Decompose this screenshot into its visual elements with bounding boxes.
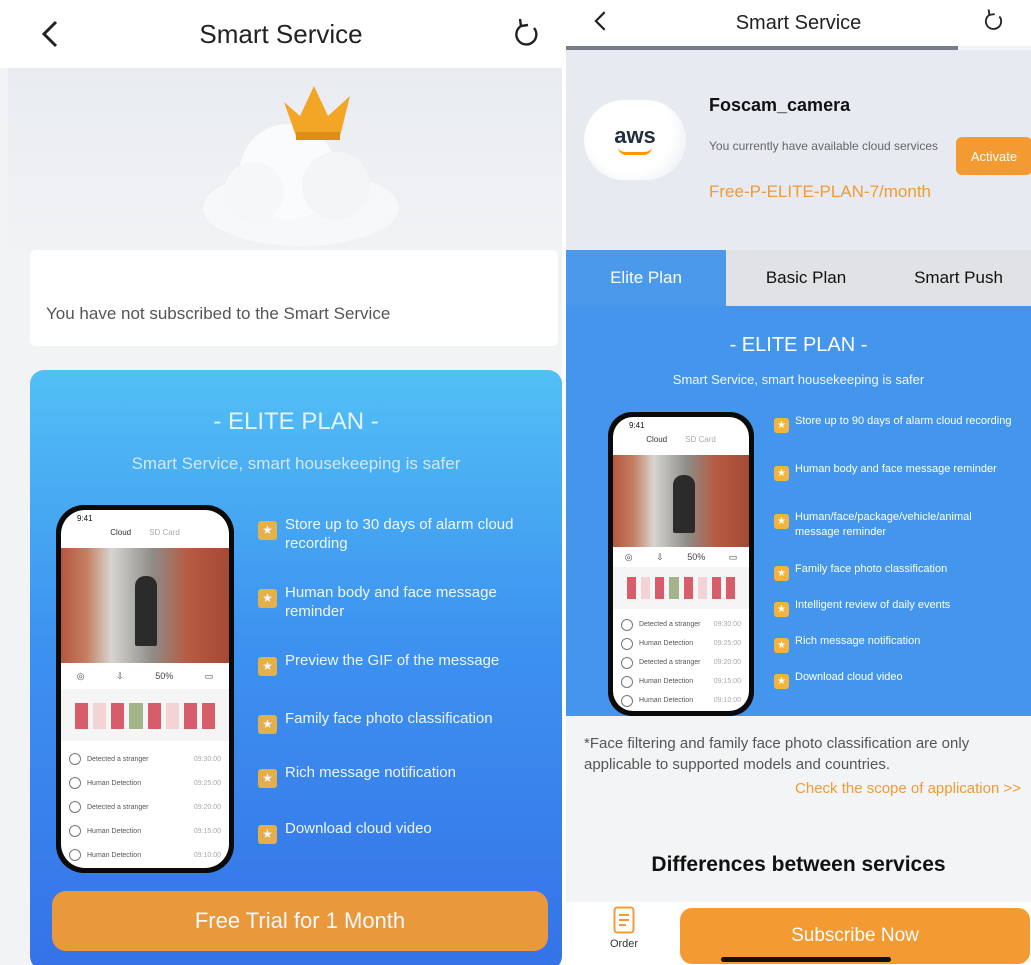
order-icon — [613, 906, 635, 934]
plan-subtitle: Smart Service, smart housekeeping is saf… — [672, 372, 925, 387]
phone-tabs: Cloud SD Card — [110, 528, 180, 537]
list-item: Human Detection 09:10:00 — [69, 843, 221, 867]
feature-list: ★ Store up to 30 days of alarm cloud reco… — [258, 515, 538, 859]
subscription-status-text: You have not subscribed to the Smart Ser… — [46, 304, 391, 323]
order-button[interactable]: Order — [604, 906, 644, 950]
star-icon: ★ — [258, 657, 277, 676]
list-item: Detected a stranger 09:30:00 — [69, 747, 221, 771]
free-trial-button[interactable]: Free Trial for 1 Month — [52, 891, 548, 951]
phone-event-list: Detected a stranger 09:30:00 Human Detect… — [613, 609, 749, 711]
subscribe-button[interactable]: Subscribe Now — [680, 908, 1030, 964]
back-chevron-icon[interactable] — [590, 4, 612, 38]
feature-item: ★ Download cloud video — [774, 670, 1014, 700]
refresh-icon[interactable] — [510, 14, 544, 54]
star-icon: ★ — [774, 602, 789, 617]
feature-item: ★ Human/face/package/vehicle/animal messa… — [774, 510, 1014, 562]
phone-time: 9:41 — [629, 421, 645, 430]
phone-timeline — [61, 689, 229, 741]
aws-logo: aws — [584, 100, 686, 180]
list-item: Detected a stranger 09:20:00 — [69, 795, 221, 819]
plan-title: - ELITE PLAN - — [213, 408, 379, 435]
phone-time: 9:41 — [77, 514, 93, 523]
scope-link[interactable]: Check the scope of application >> — [795, 780, 1021, 797]
feature-item: ★ Family face photo classification — [774, 562, 1014, 598]
feature-item: ★ Intelligent review of daily events — [774, 598, 1014, 634]
star-icon: ★ — [774, 638, 789, 653]
star-icon: ★ — [258, 715, 277, 734]
hero-banner — [8, 68, 562, 250]
star-icon: ★ — [774, 418, 789, 433]
feature-item: ★ Family face photo classification — [258, 709, 538, 763]
phone-controls: ◎ ⇩ 50% ▭ — [76, 670, 214, 682]
star-icon: ★ — [774, 466, 789, 481]
star-icon: ★ — [258, 589, 277, 608]
feature-item: ★ Rich message notification — [258, 763, 538, 819]
feature-item: ★ Rich message notification — [774, 634, 1014, 670]
plan-tabs: Elite Plan Basic Plan Smart Push — [566, 250, 1031, 306]
refresh-icon[interactable] — [981, 4, 1007, 38]
star-icon: ★ — [774, 674, 789, 689]
tab-basic-plan[interactable]: Basic Plan — [726, 250, 886, 306]
page-title: Smart Service — [735, 11, 862, 34]
list-item: Human Detection 09:10:00 — [621, 691, 741, 710]
phone-mockup: 9:41 Cloud SD Card ◎ ⇩ 50% ▭ Detected a st… — [56, 505, 234, 873]
device-plan: Free-P-ELITE-PLAN-7/month — [709, 182, 932, 201]
disclaimer-note: *Face filtering and family face photo cl… — [584, 735, 970, 773]
tab-elite-plan[interactable]: Elite Plan — [566, 250, 726, 306]
feature-list: ★ Store up to 90 days of alarm cloud reco… — [774, 414, 1014, 700]
activate-button[interactable]: Activate — [956, 137, 1031, 175]
back-chevron-icon[interactable] — [36, 14, 66, 54]
feature-item: ★ Store up to 30 days of alarm cloud reco… — [258, 515, 538, 583]
feature-item: ★ Download cloud video — [258, 819, 538, 859]
header: Smart Service — [566, 0, 1031, 46]
crown-icon — [284, 86, 350, 140]
phone-mockup: 9:41 Cloud SD Card ◎ ⇩ 50% ▭ Detected a str… — [608, 412, 754, 716]
right-screen: Smart Service aws Foscam_camera You curr… — [566, 0, 1031, 965]
differences-heading: Differences between services — [651, 853, 946, 876]
elite-plan-panel: - ELITE PLAN - Smart Service, smart hous… — [566, 306, 1031, 716]
phone-event-list: Detected a stranger 09:30:00 Human Detect… — [61, 741, 229, 868]
star-icon: ★ — [774, 514, 789, 529]
phone-video-preview — [613, 455, 749, 547]
page-title: Smart Service — [199, 18, 363, 49]
device-name: Foscam_camera — [709, 95, 851, 115]
phone-tabs: Cloud SD Card — [646, 435, 716, 444]
phone-video-preview — [61, 548, 229, 663]
home-indicator — [721, 957, 891, 962]
star-icon: ★ — [258, 521, 277, 540]
star-icon: ★ — [774, 566, 789, 581]
feature-item: ★ Preview the GIF of the message — [258, 651, 538, 709]
order-label: Order — [609, 938, 639, 950]
list-item: Human Detection 09:25:00 — [69, 771, 221, 795]
plan-subtitle: Smart Service, smart housekeeping is saf… — [131, 454, 461, 473]
feature-item: ★ Human body and face message reminder — [258, 583, 538, 651]
list-item: Detected a stranger 09:30:00 — [621, 615, 741, 634]
bottom-bar: Order Subscribe Now — [566, 902, 1031, 965]
phone-timeline — [613, 567, 749, 609]
plan-title: - ELITE PLAN - — [729, 334, 868, 356]
list-item: Human Detection 09:15:00 — [69, 819, 221, 843]
star-icon: ★ — [258, 769, 277, 788]
tab-smart-push[interactable]: Smart Push — [886, 250, 1031, 306]
device-description: You currently have available cloud servi… — [709, 139, 939, 153]
list-item: Detected a stranger 09:20:00 — [621, 653, 741, 672]
feature-item: ★ Human body and face message reminder — [774, 462, 1014, 510]
phone-controls: ◎ ⇩ 50% ▭ — [624, 551, 738, 563]
list-item: Human Detection 09:15:00 — [621, 672, 741, 691]
header: Smart Service — [0, 0, 562, 68]
left-screen: Smart Service You have not subscribed to… — [0, 0, 562, 965]
elite-plan-card: - ELITE PLAN - Smart Service, smart hous… — [30, 370, 562, 965]
subscription-status-card: You have not subscribed to the Smart Ser… — [30, 250, 558, 346]
feature-item: ★ Store up to 90 days of alarm cloud reco… — [774, 414, 1014, 462]
star-icon: ★ — [258, 825, 277, 844]
list-item: Human Detection 09:25:00 — [621, 634, 741, 653]
